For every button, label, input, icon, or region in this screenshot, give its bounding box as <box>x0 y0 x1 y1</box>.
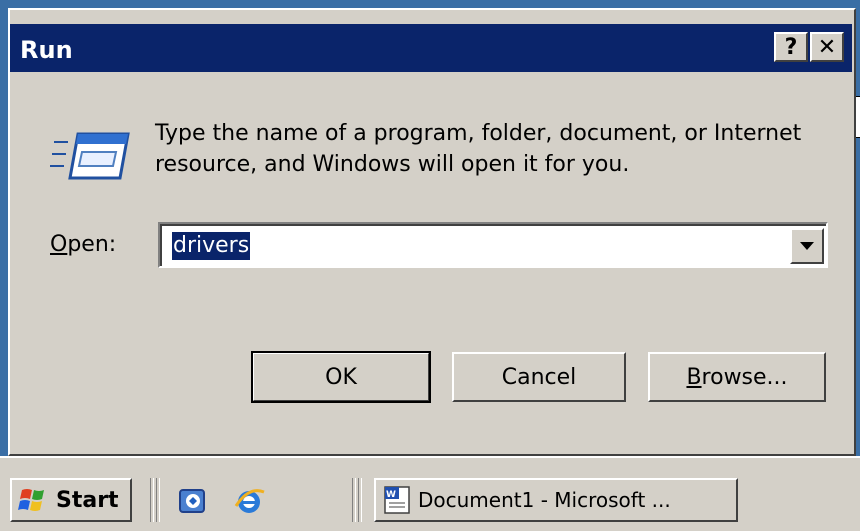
taskbar-separator <box>156 478 160 522</box>
taskbar: Start W Document1 - Microsoft ... <box>0 456 860 531</box>
browse-button[interactable]: Browse... <box>648 352 826 402</box>
chevron-down-icon <box>800 242 814 250</box>
show-desktop-icon[interactable] <box>176 484 210 518</box>
word-document-icon: W <box>384 486 410 514</box>
svg-text:W: W <box>386 490 396 500</box>
help-button[interactable]: ? <box>774 32 808 62</box>
taskbar-separator <box>358 478 362 522</box>
ok-button[interactable]: OK <box>251 351 431 403</box>
title-bar[interactable] <box>10 24 852 72</box>
start-label: Start <box>56 487 119 513</box>
open-label: Open: <box>50 232 117 257</box>
open-input[interactable]: drivers <box>172 232 251 260</box>
start-button[interactable]: Start <box>10 478 132 522</box>
close-button[interactable]: ✕ <box>810 32 844 62</box>
close-icon: ✕ <box>817 34 837 60</box>
run-program-icon <box>50 132 130 180</box>
taskbar-item-word-document[interactable]: W Document1 - Microsoft ... <box>374 478 738 522</box>
cancel-button[interactable]: Cancel <box>452 352 626 402</box>
dialog-title: Run <box>20 36 73 64</box>
taskbar-separator <box>150 478 154 522</box>
taskbar-separator <box>352 478 356 522</box>
taskbar-item-label: Document1 - Microsoft ... <box>418 488 671 512</box>
run-description: Type the name of a program, folder, docu… <box>155 121 802 177</box>
windows-flag-icon <box>18 489 44 511</box>
internet-explorer-icon[interactable] <box>232 484 266 518</box>
open-combobox[interactable]: drivers <box>158 222 828 268</box>
dropdown-button[interactable] <box>790 228 824 264</box>
